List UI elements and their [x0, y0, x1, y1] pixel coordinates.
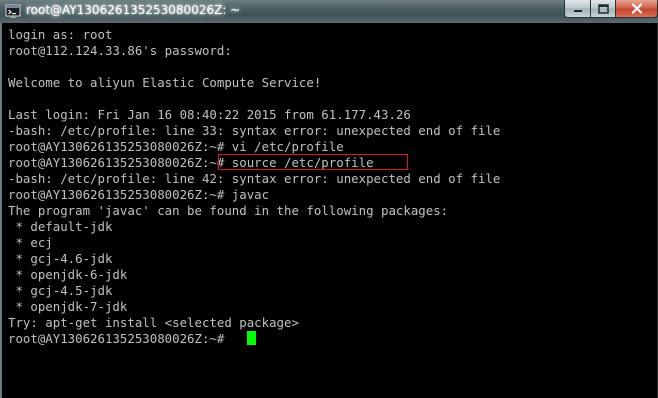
- terminal-line: root@AY130626135253080026Z:~# javac: [8, 187, 270, 202]
- terminal-line: login as: root: [8, 27, 113, 42]
- terminal-line: Last login: Fri Jan 16 08:40:22 2015 fro…: [8, 107, 411, 122]
- close-button[interactable]: [615, 0, 658, 18]
- minimize-button[interactable]: [564, 0, 591, 18]
- terminal-cursor: [247, 331, 256, 345]
- maximize-icon: [597, 3, 609, 14]
- terminal-line: * openjdk-6-jdk: [8, 267, 128, 282]
- terminal-line: root@112.124.33.86's password:: [8, 43, 232, 58]
- terminal-line: * openjdk-7-jdk: [8, 299, 128, 314]
- terminal-lines: login as: root root@112.124.33.86's pass…: [8, 27, 500, 347]
- terminal-line: root@AY130626135253080026Z:~# source /et…: [8, 155, 374, 170]
- close-icon: [631, 3, 642, 14]
- terminal-line: -bash: /etc/profile: line 42: syntax err…: [8, 171, 501, 186]
- terminal-window: root@AY13062613525308002​6Z: ~ login as:…: [0, 0, 658, 398]
- window-title: root@AY13062613525308002​6Z: ~: [26, 3, 241, 17]
- terminal-line: * gcj-4.6-jdk: [8, 251, 113, 266]
- terminal-line: Try: apt-get install <selected package>: [8, 315, 299, 330]
- minimize-icon: [573, 9, 582, 12]
- terminal-app-icon[interactable]: [5, 3, 21, 19]
- terminal-line: The program 'javac' can be found in the …: [8, 203, 449, 218]
- terminal-output-area[interactable]: login as: root root@112.124.33.86's pass…: [0, 23, 658, 398]
- maximize-button[interactable]: [590, 0, 616, 18]
- terminal-line: Welcome to aliyun Elastic Compute Servic…: [8, 75, 322, 90]
- title-bar[interactable]: root@AY13062613525308002​6Z: ~: [0, 0, 658, 24]
- terminal-line: -bash: /etc/profile: line 33: syntax err…: [8, 123, 501, 138]
- terminal-line: root@AY130626135253080026Z:~# vi /etc/pr…: [8, 139, 344, 154]
- terminal-line: * default-jdk: [8, 219, 113, 234]
- terminal-line: * ecj: [8, 235, 53, 250]
- terminal-line: * gcj-4.5-jdk: [8, 283, 113, 298]
